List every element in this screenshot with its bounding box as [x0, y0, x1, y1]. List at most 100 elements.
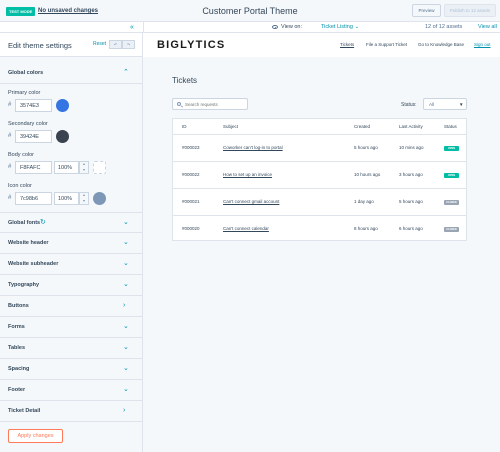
body-color-label: Body color: [8, 152, 34, 158]
ticket-id: #000022: [182, 172, 200, 177]
site-body: Tickets Status: All ▼ ID Subject Created…: [143, 57, 500, 452]
portal-preview: BIGLYTICS Tickets File a Support Ticket …: [143, 33, 500, 452]
hash-symbol: #: [8, 164, 12, 170]
section-typography[interactable]: Typography ⌄: [0, 275, 142, 296]
section-label: Spacing: [8, 366, 30, 372]
search-icon: [177, 102, 181, 106]
theme-settings-sidebar: Edit theme settings Reset ↶ ↷ Global col…: [0, 33, 143, 452]
chevron-down-icon: ⌄: [123, 365, 129, 372]
ticket-id: #000021: [182, 199, 200, 204]
ticket-subject-link[interactable]: Coworker can't log-in to portal: [223, 145, 283, 151]
site-logo: BIGLYTICS: [157, 39, 226, 51]
section-website-subheader[interactable]: Website subheader ⌄: [0, 254, 142, 275]
chevron-down-icon: ⌄: [123, 323, 129, 330]
test-mode-badge: TEST MODE: [6, 7, 36, 16]
chevron-right-icon: ›: [123, 407, 126, 414]
apply-changes-button[interactable]: Apply changes: [8, 429, 63, 443]
opacity-stepper[interactable]: ▲ ▼: [79, 192, 89, 205]
status-filter-value: All: [429, 102, 435, 107]
icon-color-label: Icon color: [8, 183, 32, 189]
column-header: Status: [444, 124, 457, 129]
search-box[interactable]: [172, 98, 248, 110]
opacity-stepper[interactable]: ▲ ▼: [79, 161, 89, 174]
section-buttons[interactable]: Buttons ›: [0, 296, 142, 317]
reset-link[interactable]: Reset: [93, 41, 106, 48]
ticket-last-activity: 6 hours ago: [399, 226, 423, 231]
redo-icon[interactable]: ↷: [122, 40, 135, 49]
ticket-last-activity: 10 mins ago: [399, 145, 424, 150]
secondary-color-field[interactable]: [15, 130, 52, 143]
chevron-right-icon: ›: [123, 302, 126, 309]
ticket-subject-link[interactable]: Can't connect calendar: [223, 226, 269, 232]
preview-button[interactable]: Preview: [412, 4, 441, 17]
primary-color-label: Primary color: [8, 90, 41, 96]
collapse-sidebar-icon[interactable]: «: [130, 23, 134, 32]
view-bar: « View on: Ticket Listing ⌄ 12 of 12 ass…: [0, 22, 500, 33]
ticket-id: #000020: [182, 226, 200, 231]
nav-sign-out[interactable]: Sign out: [474, 42, 491, 48]
view-on-value: Ticket Listing: [321, 24, 353, 30]
secondary-color-swatch[interactable]: [56, 130, 69, 143]
tickets-table: ID Subject Created Last Activity Status …: [172, 118, 467, 241]
section-tables[interactable]: Tables ⌄: [0, 338, 142, 359]
section-spacing[interactable]: Spacing ⌄: [0, 359, 142, 380]
theme-title: Customer Portal Theme: [202, 6, 298, 16]
hash-symbol: #: [8, 195, 12, 201]
site-header: BIGLYTICS Tickets File a Support Ticket …: [143, 33, 500, 57]
section-label: Website header: [8, 240, 49, 246]
section-ticket-detail[interactable]: Ticket Detail ›: [0, 401, 142, 422]
caret-down-icon: ▼: [459, 102, 464, 107]
body-opacity-field[interactable]: [54, 161, 79, 174]
body-color-field[interactable]: [15, 161, 52, 174]
undo-icon[interactable]: ↶: [109, 40, 122, 49]
nav-tickets[interactable]: Tickets: [340, 42, 354, 48]
search-input[interactable]: [185, 99, 245, 109]
ticket-subject-link[interactable]: How to set up an invoice: [223, 172, 272, 178]
assets-count: 12 of 12 assets: [425, 24, 463, 30]
nav-file-ticket[interactable]: File a Support Ticket: [366, 42, 407, 48]
publish-button[interactable]: Publish to 12 assets: [444, 4, 496, 17]
body-color-swatch[interactable]: [93, 161, 106, 174]
table-row[interactable]: #000023 Coworker can't log-in to portal …: [173, 134, 466, 161]
chevron-down-icon: ⌄: [123, 281, 129, 288]
chevron-down-icon: ⌄: [123, 219, 129, 226]
chevron-down-icon: ⌄: [123, 386, 129, 393]
section-footer[interactable]: Footer ⌄: [0, 380, 142, 401]
primary-color-field[interactable]: [15, 99, 52, 112]
section-label: Global fonts: [8, 220, 41, 226]
column-header: Created: [354, 124, 371, 129]
view-on-dropdown[interactable]: Ticket Listing ⌄: [321, 24, 359, 31]
status-badge: OPEN: [444, 173, 459, 178]
status-badge: CLOSED: [444, 227, 459, 232]
section-label: Ticket Detail: [8, 408, 41, 414]
view-all-link[interactable]: View all: [478, 24, 497, 31]
status-badge: CLOSED: [444, 200, 459, 205]
table-row[interactable]: #000022 How to set up an invoice 10 hour…: [173, 161, 466, 188]
primary-color-swatch[interactable]: [56, 99, 69, 112]
ticket-created: 1 day ago: [354, 199, 374, 204]
icon-color-swatch[interactable]: [93, 192, 106, 205]
unsaved-changes-link[interactable]: No unsaved changes: [38, 7, 98, 16]
section-label: Footer: [8, 387, 26, 393]
table-row[interactable]: #000021 Can't connect gmail account 1 da…: [173, 188, 466, 215]
section-label: Buttons: [8, 303, 29, 309]
icon-color-field[interactable]: [15, 192, 52, 205]
ticket-subject-link[interactable]: Can't connect gmail account: [223, 199, 279, 205]
icon-opacity-field[interactable]: [54, 192, 79, 205]
status-filter-select[interactable]: All ▼: [423, 98, 467, 110]
table-row[interactable]: #000020 Can't connect calendar 8 hours a…: [173, 215, 466, 242]
status-filter-label: Status:: [401, 102, 417, 108]
ticket-created: 5 hours ago: [354, 145, 378, 150]
column-header: Last Activity: [399, 124, 423, 129]
section-forms[interactable]: Forms ⌄: [0, 317, 142, 338]
page-title: Tickets: [172, 76, 198, 85]
hash-symbol: #: [8, 133, 12, 139]
column-header: ID: [182, 124, 187, 129]
section-global-fonts[interactable]: Global fonts ↻ ⌄: [0, 212, 142, 233]
refresh-icon: ↻: [40, 219, 46, 226]
nav-knowledge-base[interactable]: Go to Knowledge Base: [418, 42, 464, 48]
section-website-header[interactable]: Website header ⌄: [0, 233, 142, 254]
sidebar-title: Edit theme settings: [8, 41, 72, 50]
ticket-id: #000023: [182, 145, 200, 150]
chevron-down-icon: ⌄: [123, 344, 129, 351]
